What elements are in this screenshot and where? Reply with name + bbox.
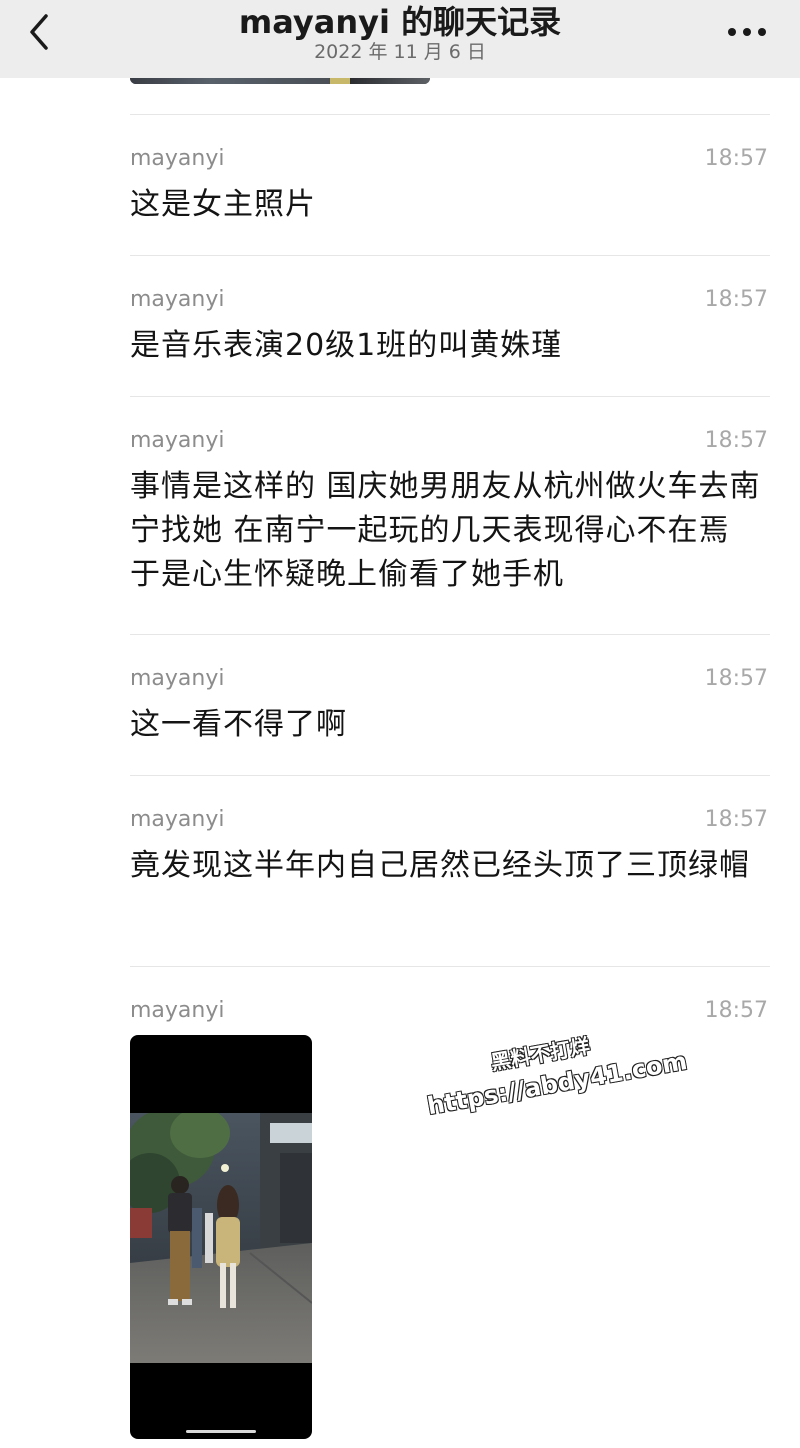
video-thumbnail[interactable] (130, 1035, 312, 1439)
chat-message[interactable]: mayanyi 18:57 这一看不得了啊 (130, 634, 770, 775)
message-text: 这是女主照片 (130, 187, 316, 222)
message-sender: mayanyi (130, 428, 225, 453)
chat-message[interactable]: mayanyi 18:57 事情是这样的 国庆她男朋友从杭州做火车去南宁找她 在… (130, 396, 770, 634)
video-frame-image (130, 1113, 312, 1363)
message-time: 18:57 (704, 666, 768, 691)
chat-message[interactable]: mayanyi 18:57 (130, 966, 770, 1448)
page-title: mayanyi 的聊天记录 (238, 3, 562, 41)
message-sender: mayanyi (130, 146, 225, 171)
nav-header: mayanyi 的聊天记录 2022 年 11 月 6 日 (0, 0, 800, 78)
message-time: 18:57 (704, 287, 768, 312)
message-time: 18:57 (704, 146, 768, 171)
message-text: 是音乐表演20级1班的叫黄姝瑾 (130, 328, 563, 363)
message-time: 18:57 (704, 428, 768, 453)
chat-message[interactable]: mayanyi 18:57 是音乐表演20级1班的叫黄姝瑾 (130, 255, 770, 396)
video-progress-indicator (186, 1430, 256, 1433)
message-text: 竟发现这半年内自己居然已经头顶了三顶绿帽 (130, 848, 750, 883)
message-sender: mayanyi (130, 666, 225, 691)
message-text: 这一看不得了啊 (130, 707, 347, 742)
chat-message[interactable]: mayanyi 18:57 竟发现这半年内自己居然已经头顶了三顶绿帽 (130, 775, 770, 966)
message-sender: mayanyi (130, 998, 225, 1023)
message-sender: mayanyi (130, 807, 225, 832)
chat-history-screen: mayanyi 的聊天记录 2022 年 11 月 6 日 mayanyi 18… (0, 0, 800, 1448)
chat-message[interactable]: mayanyi 18:57 这是女主照片 (130, 114, 770, 255)
more-button[interactable] (724, 18, 770, 46)
page-date: 2022 年 11 月 6 日 (314, 41, 486, 63)
message-time: 18:57 (704, 998, 768, 1023)
message-text: 事情是这样的 国庆她男朋友从杭州做火车去南宁找她 在南宁一起玩的几天表现得心不在… (130, 469, 761, 592)
message-time: 18:57 (704, 807, 768, 832)
more-dots-icon (728, 28, 766, 36)
message-sender: mayanyi (130, 287, 225, 312)
